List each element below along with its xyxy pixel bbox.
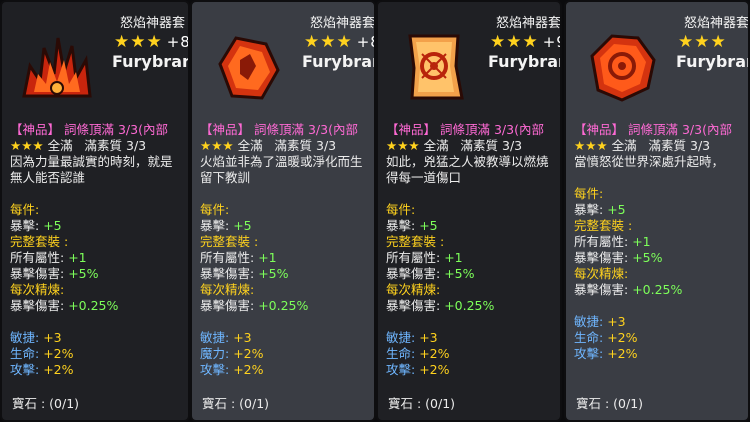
item-level: +8	[356, 33, 374, 51]
stat2-row: 生命: +2%	[386, 346, 450, 361]
lore-line-1: 當憤怒從世界深處升起時，	[574, 154, 725, 169]
stat3-row: 攻擊: +2%	[386, 362, 450, 377]
stat1-row: 敏捷: +3	[574, 314, 626, 329]
item-name: Furybrand	[488, 52, 560, 71]
per-piece-label: 每件:	[574, 186, 604, 201]
quality-line: 【神品】 詞條頂滿 3/3(內部	[386, 122, 544, 137]
item-card-3[interactable]: 怒焰神器套 ★★★+9 Furybrand 【神品】 詞條頂滿 3/3(內部 ★…	[376, 0, 562, 422]
fire-scroll-icon	[392, 26, 474, 108]
stat2-row: 生命: +2%	[574, 330, 638, 345]
crit-row: 暴擊: +5	[574, 202, 626, 217]
lore-line-2: 得每一道傷口	[386, 170, 462, 185]
item-stars: ★★★+9	[490, 32, 560, 52]
crit-row: 暴擊: +5	[386, 218, 438, 233]
fire-stone-icon	[206, 26, 288, 108]
fire-crown-icon	[16, 26, 98, 108]
set-label: 完整套裝 :	[10, 234, 69, 249]
full-stats-line: ★★★ 全滿 滿素質 3/3	[574, 138, 711, 153]
set-label: 完整套裝 :	[200, 234, 259, 249]
stat1-row: 敏捷: +3	[386, 330, 438, 345]
refine-label: 每次精煉:	[200, 282, 255, 297]
per-piece-label: 每件:	[386, 202, 416, 217]
item-stats: 【神品】 詞條頂滿 3/3(內部 ★★★ 全滿 滿素質 3/3 火焰並非為了溫暖…	[200, 122, 374, 378]
card-header: 怒焰神器套 ★★★+8 Furybrand	[2, 2, 188, 112]
allstat-row: 所有屬性: +1	[10, 250, 87, 265]
refine-label: 每次精煉:	[574, 266, 629, 281]
set-label: 完整套裝 :	[574, 218, 633, 233]
refine-row: 暴擊傷害: +0.25%	[574, 282, 683, 297]
allstat-row: 所有屬性: +1	[200, 250, 277, 265]
item-name: Furybrand	[112, 52, 188, 71]
stat1-row: 敏捷: +3	[10, 330, 62, 345]
lore-line-2: 無人能否認誰	[10, 170, 86, 185]
lore-line-1: 因為力量最誠實的時刻，就是	[10, 154, 173, 169]
refine-row: 暴擊傷害: +0.25%	[10, 298, 119, 313]
per-piece-label: 每件:	[200, 202, 230, 217]
stat3-row: 攻擊: +2%	[10, 362, 74, 377]
item-stars: ★★★+8	[114, 32, 190, 52]
fire-rune-icon	[580, 26, 662, 108]
item-stars: ★★★+8	[304, 32, 374, 52]
critdmg-row: 暴擊傷害: +5%	[200, 266, 289, 281]
item-level: +9	[542, 33, 560, 51]
item-stats: 【神品】 詞條頂滿 3/3(內部 ★★★ 全滿 滿素質 3/3 當憤怒從世界深處…	[574, 122, 748, 362]
lore-line-2: 留下教訓	[200, 170, 251, 185]
item-set-title: 怒焰神器套	[310, 16, 376, 31]
per-piece-label: 每件:	[10, 202, 40, 217]
stat2-row: 魔力: +2%	[200, 346, 264, 361]
refine-row: 暴擊傷害: +0.25%	[386, 298, 495, 313]
full-stats-line: ★★★ 全滿 滿素質 3/3	[386, 138, 523, 153]
full-stats-line: ★★★ 全滿 滿素質 3/3	[10, 138, 147, 153]
critdmg-row: 暴擊傷害: +5%	[574, 250, 663, 265]
item-card-4[interactable]: 怒焰神器套 ★★★ Furybrand 【神品】 詞條頂滿 3/3(內部 ★★★…	[564, 0, 750, 422]
item-card-1[interactable]: 怒焰神器套 ★★★+8 Furybrand 【神品】 詞條頂滿 3/3(內部 ★…	[0, 0, 190, 422]
gem-slot[interactable]: 寶石 : (0/1)	[12, 393, 79, 412]
lore-line-1: 火焰並非為了溫暖或淨化而生	[200, 154, 363, 169]
item-set-title: 怒焰神器套	[684, 16, 750, 31]
gem-slot[interactable]: 寶石 : (0/1)	[576, 393, 643, 412]
stat3-row: 攻擊: +2%	[574, 346, 638, 361]
critdmg-row: 暴擊傷害: +5%	[386, 266, 475, 281]
quality-line: 【神品】 詞條頂滿 3/3(內部	[10, 122, 168, 137]
critdmg-row: 暴擊傷害: +5%	[10, 266, 99, 281]
item-set-title: 怒焰神器套	[120, 16, 186, 31]
stat2-row: 生命: +2%	[10, 346, 74, 361]
crit-row: 暴擊: +5	[200, 218, 252, 233]
card-header: 怒焰神器套 ★★★ Furybrand	[566, 2, 748, 112]
item-set-title: 怒焰神器套	[496, 16, 562, 31]
stat1-row: 敏捷: +3	[200, 330, 252, 345]
card-header: 怒焰神器套 ★★★+8 Furybrand	[192, 2, 374, 112]
lore-line-1: 如此，兇猛之人被教導以燃燒	[386, 154, 549, 169]
full-stats-line: ★★★ 全滿 滿素質 3/3	[200, 138, 337, 153]
gem-slot[interactable]: 寶石 : (0/1)	[388, 393, 455, 412]
item-level: +8	[166, 33, 190, 51]
item-name: Furybrand	[302, 52, 374, 71]
quality-line: 【神品】 詞條頂滿 3/3(內部	[200, 122, 358, 137]
crit-row: 暴擊: +5	[10, 218, 62, 233]
item-card-2[interactable]: 怒焰神器套 ★★★+8 Furybrand 【神品】 詞條頂滿 3/3(內部 ★…	[190, 0, 376, 422]
stat3-row: 攻擊: +2%	[200, 362, 264, 377]
item-stats: 【神品】 詞條頂滿 3/3(內部 ★★★ 全滿 滿素質 3/3 如此，兇猛之人被…	[386, 122, 560, 378]
card-header: 怒焰神器套 ★★★+9 Furybrand	[378, 2, 560, 112]
allstat-row: 所有屬性: +1	[574, 234, 651, 249]
refine-label: 每次精煉:	[10, 282, 65, 297]
set-label: 完整套裝 :	[386, 234, 445, 249]
item-stars: ★★★	[678, 32, 727, 52]
item-stats: 【神品】 詞條頂滿 3/3(內部 ★★★ 全滿 滿素質 3/3 因為力量最誠實的…	[10, 122, 188, 378]
allstat-row: 所有屬性: +1	[386, 250, 463, 265]
refine-label: 每次精煉:	[386, 282, 441, 297]
gem-slot[interactable]: 寶石 : (0/1)	[202, 393, 269, 412]
item-name: Furybrand	[676, 52, 748, 71]
refine-row: 暴擊傷害: +0.25%	[200, 298, 309, 313]
quality-line: 【神品】 詞條頂滿 3/3(內部	[574, 122, 732, 137]
